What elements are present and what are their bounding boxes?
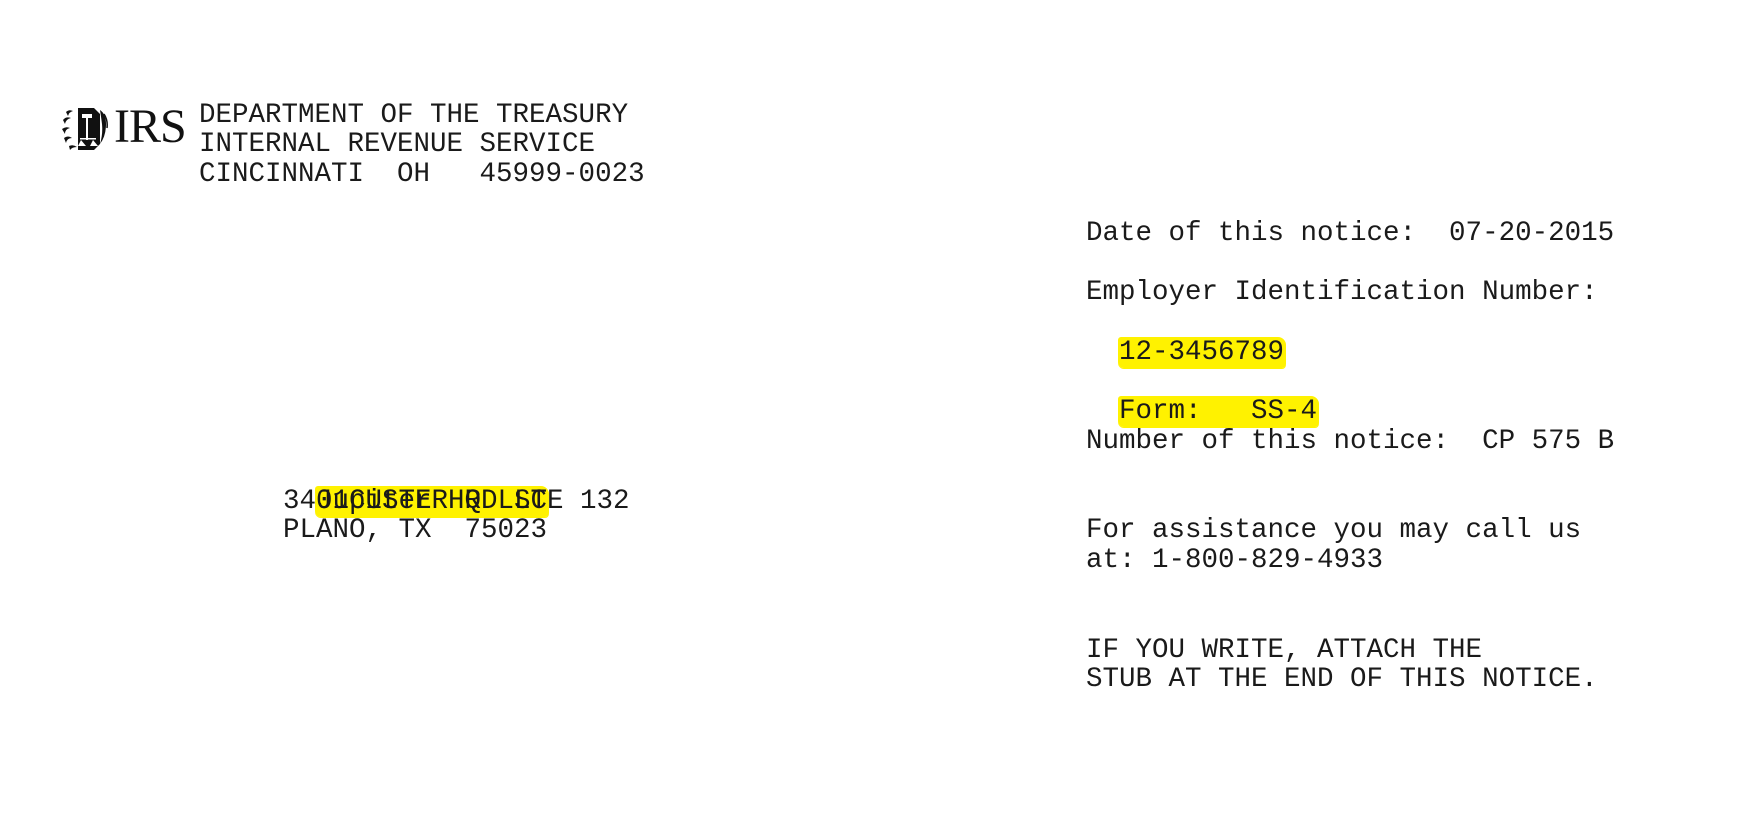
- notice-date: Date of this notice: 07-20-2015: [1086, 218, 1615, 249]
- irs-eagle-icon: [62, 108, 108, 150]
- notice-number: Number of this notice: CP 575 B: [1086, 426, 1615, 457]
- recipient-city-state-zip: PLANO, TX 75023: [283, 515, 548, 546]
- write-instruction-2: STUB AT THE END OF THIS NOTICE.: [1086, 664, 1598, 695]
- form-type: Form: SS-4: [1118, 396, 1320, 427]
- agency-line-department: DEPARTMENT OF THE TREASURY: [199, 100, 629, 131]
- ein-value: 12-3456789: [1118, 337, 1287, 368]
- form-row: Form: SS-4: [1086, 367, 1320, 427]
- ein-value-row: 12-3456789: [1086, 308, 1287, 368]
- irs-logo: IRS: [60, 100, 187, 153]
- recipient-street: 3401CUSTER RD STE 132: [283, 486, 630, 517]
- assistance-phone: at: 1-800-829-4933: [1086, 545, 1384, 576]
- write-instruction-1: IF YOU WRITE, ATTACH THE: [1086, 635, 1483, 666]
- irs-logo-text: IRS: [114, 100, 187, 153]
- assistance-line-1: For assistance you may call us: [1086, 515, 1582, 546]
- ein-label: Employer Identification Number:: [1086, 277, 1598, 308]
- agency-line-service: INTERNAL REVENUE SERVICE: [199, 129, 596, 160]
- agency-line-address: CINCINNATI OH 45999-0023: [199, 159, 645, 190]
